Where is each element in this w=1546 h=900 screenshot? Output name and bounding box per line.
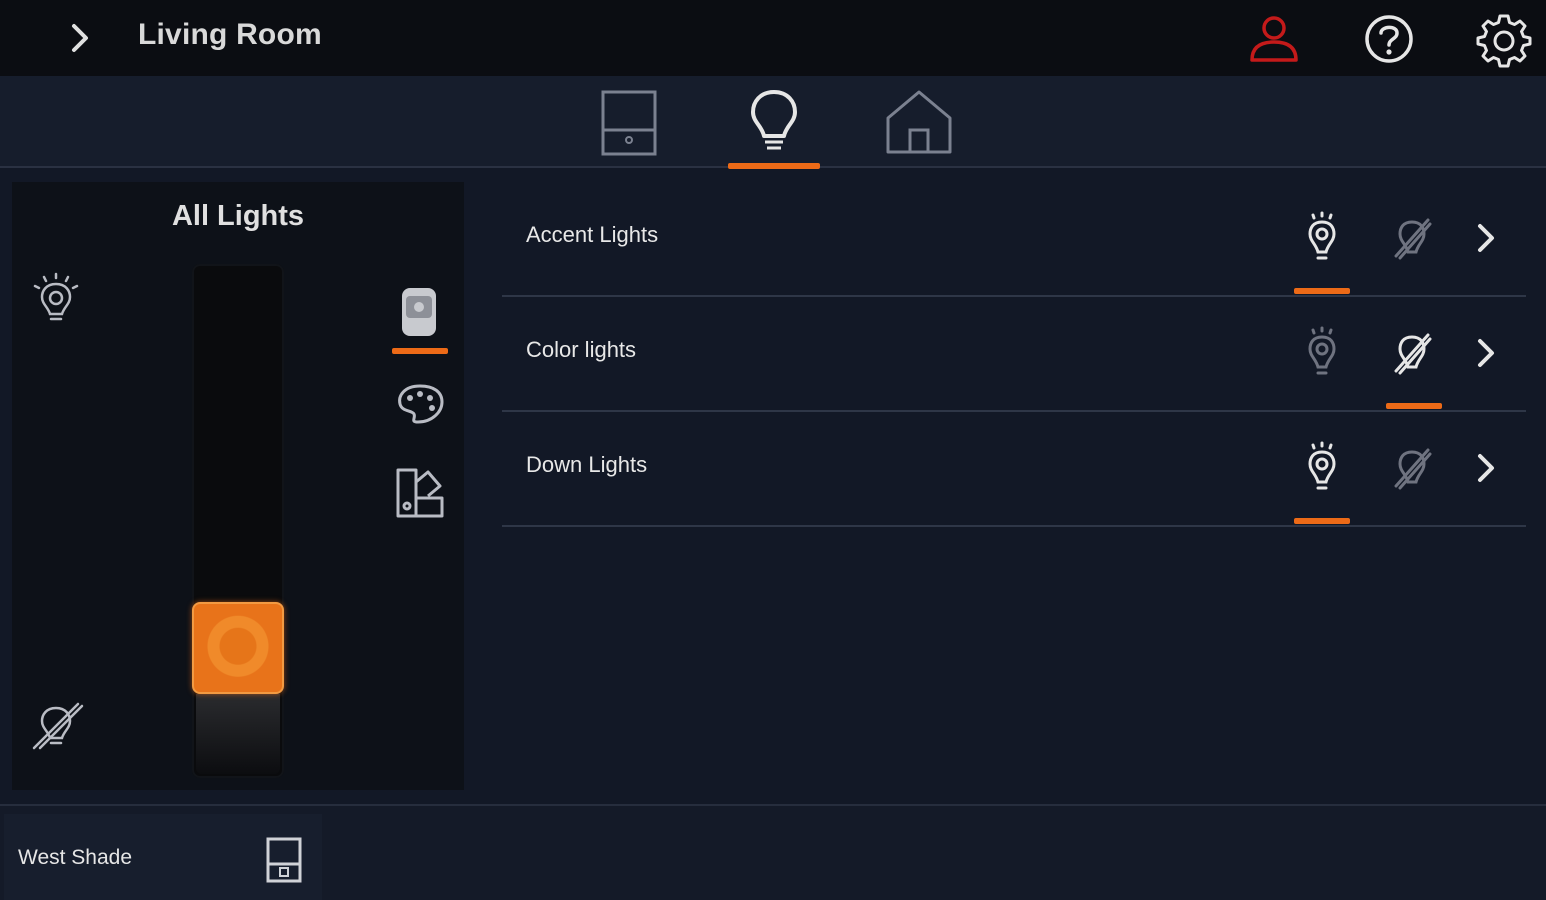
light-on-icon[interactable] (1294, 325, 1350, 381)
state-indicator (1294, 518, 1350, 524)
light-group-row: Down Lights (502, 412, 1526, 527)
light-off-icon[interactable] (1384, 325, 1440, 381)
brightness-slider[interactable] (192, 264, 284, 778)
shade-icon (601, 90, 657, 156)
slider-fill (196, 693, 280, 774)
tab-home[interactable] (874, 86, 964, 168)
shade-label: West Shade (18, 846, 133, 869)
lights-off-icon[interactable] (26, 696, 86, 756)
user-icon[interactable] (1246, 12, 1300, 66)
help-icon[interactable] (1362, 12, 1416, 66)
state-indicator (1294, 288, 1350, 294)
light-group-row: Accent Lights (502, 182, 1526, 297)
light-group-name[interactable]: Down Lights (526, 452, 647, 478)
chevron-right-icon[interactable] (60, 18, 100, 58)
panel-title: All Lights (171, 200, 305, 232)
shade-icon (262, 836, 306, 884)
scene-swatch-icon[interactable] (390, 462, 450, 522)
light-group-name[interactable]: Color lights (526, 337, 636, 363)
lights-on-icon[interactable] (26, 270, 86, 330)
color-palette-icon[interactable] (390, 372, 450, 432)
lightbulb-icon (751, 90, 797, 150)
light-on-icon[interactable] (1294, 440, 1350, 496)
mode-active-indicator (392, 348, 448, 354)
light-group-list: Accent Lights Color lights Down Lights (502, 182, 1526, 527)
light-group-row: Color lights (502, 297, 1526, 412)
top-bar: Living Room (0, 0, 1546, 76)
chevron-right-icon[interactable] (1466, 448, 1506, 488)
tab-active-indicator (728, 163, 820, 169)
light-group-name[interactable]: Accent Lights (526, 222, 658, 248)
chevron-right-icon[interactable] (1466, 218, 1506, 258)
west-shade-card[interactable]: West Shade (4, 814, 322, 900)
room-title: Living Room (138, 18, 322, 51)
bottom-bar: West Shade (0, 804, 1546, 900)
state-indicator (1386, 403, 1442, 409)
light-off-icon[interactable] (1384, 210, 1440, 266)
light-on-icon[interactable] (1294, 210, 1350, 266)
tab-bar (0, 76, 1546, 169)
chevron-right-icon[interactable] (1466, 333, 1506, 373)
home-icon (886, 90, 952, 154)
tab-lights[interactable] (728, 86, 820, 169)
slider-thumb[interactable] (192, 601, 284, 694)
all-lights-panel: All Lights (12, 182, 464, 790)
light-off-icon[interactable] (1384, 440, 1440, 496)
dimmer-mode-icon[interactable] (390, 280, 450, 340)
gear-icon[interactable] (1476, 12, 1532, 68)
tab-shades[interactable] (584, 86, 674, 168)
